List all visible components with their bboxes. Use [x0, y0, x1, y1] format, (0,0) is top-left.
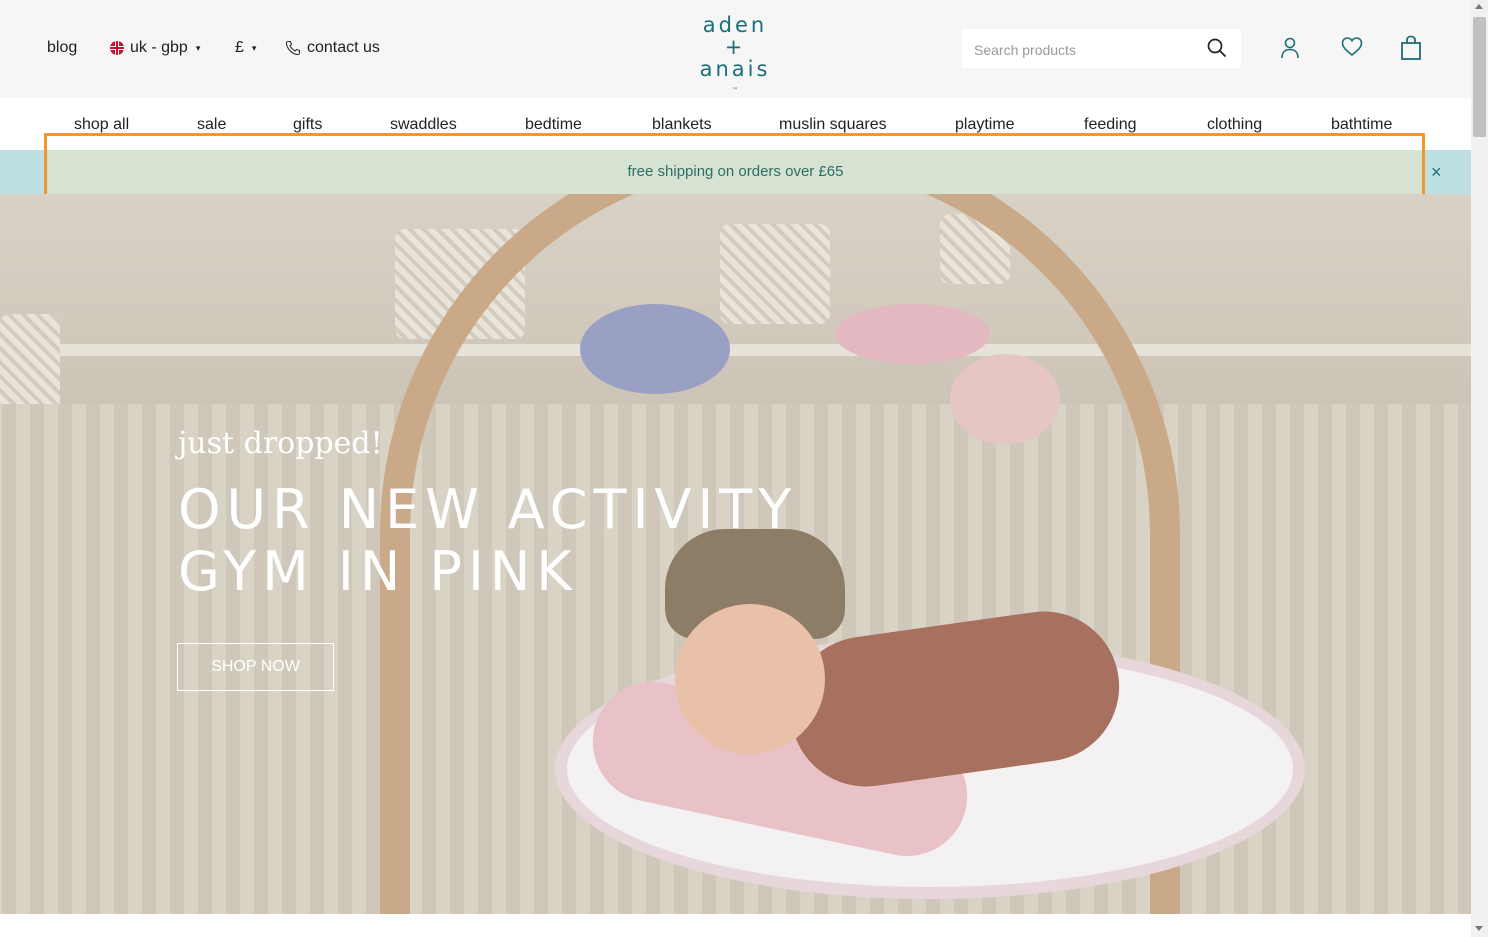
close-icon[interactable]: ×	[1431, 162, 1442, 182]
hero-title: OUR NEW ACTIVITY GYM IN PINK	[178, 479, 938, 603]
hero-banner[interactable]: just dropped! OUR NEW ACTIVITY GYM IN PI…	[0, 194, 1471, 914]
region-label: uk - gbp	[130, 39, 188, 56]
caret-down-icon: ▾	[195, 42, 201, 53]
nav-item-clothing[interactable]: clothing	[1207, 116, 1262, 134]
account-icon[interactable]	[1280, 36, 1300, 60]
nav-item-playtime[interactable]: playtime	[955, 116, 1015, 134]
currency-selector[interactable]: £ ▾	[235, 39, 256, 57]
hero-title-line-1: OUR NEW ACTIVITY	[178, 478, 798, 541]
scroll-thumb[interactable]	[1473, 17, 1486, 137]
promo-banner: free shipping on orders over £65 ×	[0, 150, 1471, 194]
search-icon[interactable]	[1207, 38, 1227, 58]
site-header: blog uk - gbp ▾ £ ▾ contact us aden + an…	[0, 0, 1471, 98]
nav-item-swaddles[interactable]: swaddles	[390, 116, 457, 134]
hero-kicker: just dropped!	[178, 426, 383, 461]
promo-text: free shipping on orders over £65	[627, 163, 844, 180]
nav-item-shop-all[interactable]: shop all	[74, 116, 129, 134]
contact-link[interactable]: contact us	[285, 39, 380, 57]
currency-label: £	[235, 39, 244, 56]
page-scrollbar[interactable]	[1471, 0, 1488, 937]
nav-item-feeding[interactable]: feeding	[1084, 116, 1137, 134]
brand-logo[interactable]: aden + anais ™	[690, 14, 780, 102]
contact-label: contact us	[307, 39, 380, 56]
region-selector[interactable]: uk - gbp ▾	[110, 39, 200, 57]
shop-now-button[interactable]: SHOP NOW	[177, 643, 334, 691]
butterfly-toy	[580, 304, 730, 394]
main-nav: shop all sale gifts swaddles bedtime bla…	[0, 98, 1471, 150]
blog-link-label: blog	[47, 39, 78, 56]
nav-item-muslin-squares[interactable]: muslin squares	[779, 116, 887, 134]
blog-link[interactable]: blog	[47, 39, 77, 57]
nav-item-sale[interactable]: sale	[197, 116, 226, 134]
nav-item-bathtime[interactable]: bathtime	[1331, 116, 1392, 134]
hero-title-line-2: GYM IN PINK	[178, 540, 578, 603]
nav-item-gifts[interactable]: gifts	[293, 116, 322, 134]
search-box	[962, 29, 1241, 68]
hanging-toy	[835, 304, 990, 364]
logo-line-plus: +	[724, 35, 746, 59]
scroll-up-arrow-icon[interactable]	[1475, 4, 1483, 9]
logo-line-aden: aden	[702, 13, 768, 37]
uk-flag-icon	[110, 41, 124, 55]
phone-icon	[285, 40, 301, 56]
nav-item-bedtime[interactable]: bedtime	[525, 116, 582, 134]
logo-line-anais: anais ™	[690, 58, 780, 102]
search-input[interactable]	[972, 38, 1196, 62]
hanging-toy	[950, 354, 1060, 444]
nav-item-blankets[interactable]: blankets	[652, 116, 712, 134]
cart-bag-icon[interactable]	[1400, 35, 1422, 61]
scroll-down-arrow-icon[interactable]	[1475, 926, 1483, 931]
wishlist-heart-icon[interactable]	[1341, 36, 1363, 58]
caret-down-icon: ▾	[251, 42, 257, 53]
